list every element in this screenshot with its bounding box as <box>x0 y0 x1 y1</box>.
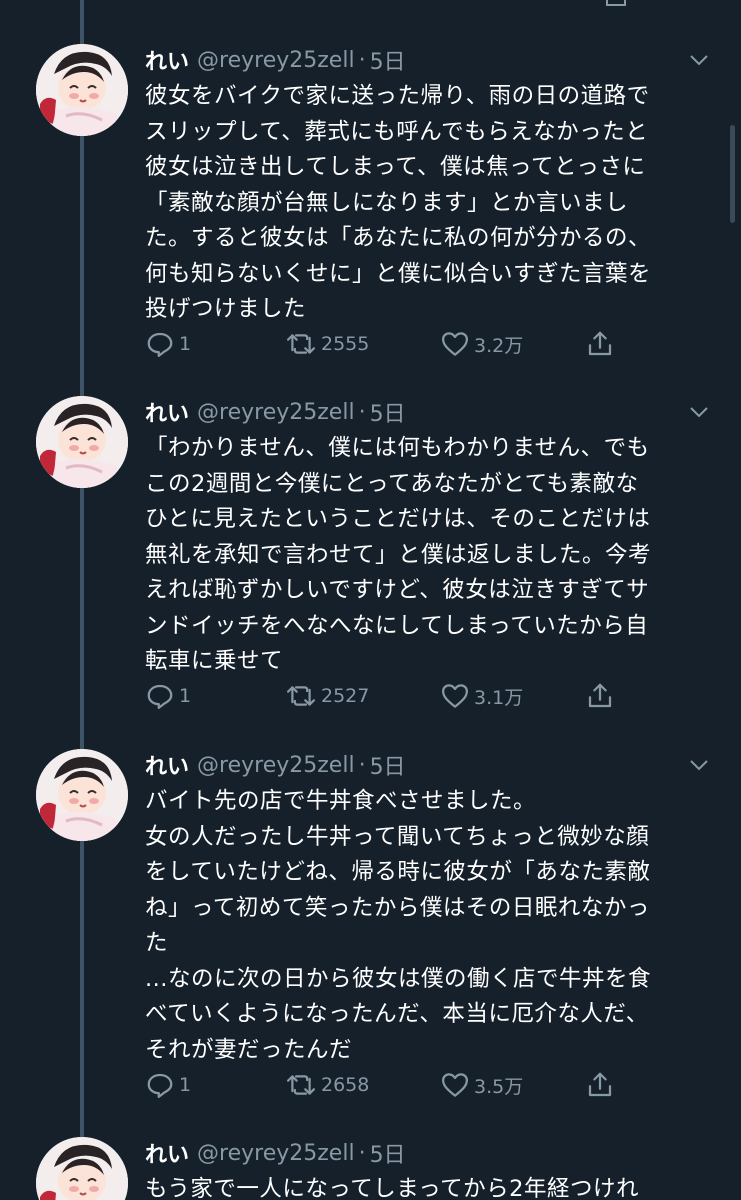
tweet-text-line: 転車に乗せて <box>145 648 284 674</box>
tweet-text-line: た。すると彼女は「あなたに私の何が分かるの、 <box>145 225 652 251</box>
share-icon <box>588 1072 612 1097</box>
chevron-down-icon[interactable] <box>687 753 711 777</box>
reply-icon <box>147 332 173 357</box>
reply-button[interactable]: 1 <box>145 327 191 361</box>
timestamp[interactable]: 5日 <box>370 44 406 76</box>
tweet-text-line: この2週間と今僕にとってあなたがとても素敵な <box>145 470 639 497</box>
share-icon <box>588 331 612 356</box>
reply-icon <box>147 1073 173 1098</box>
separator-dot: · <box>358 1140 366 1166</box>
display-name[interactable]: れい <box>145 1137 189 1169</box>
tweet-text: もう家で一人になってしまってから2年経つけれ <box>145 1172 715 1200</box>
avatar-illustration <box>36 1137 128 1200</box>
tweet-actions: 1 2555 3.2万 <box>145 327 625 361</box>
like-count: 3.5万 <box>474 1075 524 1098</box>
retweet-count: 2658 <box>321 1074 370 1096</box>
tweet-header: れい @reyrey25zell · 5日 <box>145 44 406 76</box>
retweet-count: 2555 <box>321 333 370 355</box>
tweet-text-line: もう家で一人になってしまってから2年経つけれ <box>145 1176 639 1200</box>
chevron-down-icon[interactable] <box>687 400 711 424</box>
tweet-text-line: ひとに見えたということだけは、そのことだけは <box>145 506 651 532</box>
tweet-header: れい @reyrey25zell · 5日 <box>145 749 406 781</box>
tweet-text-line: バイト先の店で牛丼食べさせました。 <box>145 788 537 814</box>
heart-icon <box>442 1073 468 1097</box>
separator-dot: · <box>358 399 366 425</box>
tweet-text-line: ね」って初めて笑ったから僕はその日眠れなかっ <box>145 894 650 921</box>
display-name[interactable]: れい <box>145 396 189 428</box>
like-count: 3.1万 <box>474 686 524 709</box>
avatar-illustration <box>36 396 128 488</box>
avatar-illustration <box>36 44 128 136</box>
share-button[interactable] <box>585 327 619 361</box>
tweet-text-line: スリップして、葬式にも呼んでもらえなかったと <box>145 118 649 145</box>
retweet-icon <box>286 1075 316 1095</box>
separator-dot: · <box>358 752 366 778</box>
tweet-text: 彼女をバイクで家に送った帰り、雨の日の道路で スリップして、葬式にも呼んでもらえ… <box>145 79 715 328</box>
tweet[interactable]: れい @reyrey25zell · 5日 彼女をバイクで家に送った帰り、雨の日… <box>0 44 741 374</box>
tweet-text: 「わかりません、僕には何もわかりません、でも この2週間と今僕にとってあなたがと… <box>145 431 715 680</box>
tweet-text-line: 女の人だったし牛丼って聞いてちょっと微妙な顔 <box>145 823 650 850</box>
tweet-text-line: ンドイッチをへなへなにしてしまっていたから自 <box>145 612 649 639</box>
tweet-text-line: べていくようになったんだ、本当に厄介な人だ、 <box>145 1001 649 1027</box>
tweet-header: れい @reyrey25zell · 5日 <box>145 396 406 428</box>
display-name[interactable]: れい <box>145 44 189 76</box>
retweet-count: 2527 <box>321 685 370 707</box>
tweet-text-line: をしていたけどね、帰る時に彼女が「あなた素敵 <box>145 859 651 885</box>
timestamp[interactable]: 5日 <box>370 396 406 428</box>
tweet-header: れい @reyrey25zell · 5日 <box>145 1137 406 1169</box>
reply-count: 1 <box>179 333 192 355</box>
like-button[interactable]: 3.1万 <box>440 679 523 713</box>
reply-button[interactable]: 1 <box>145 679 191 713</box>
tweet-text-line: えれば恥ずかしいですけど、彼女は泣きすぎてサ <box>145 577 650 603</box>
avatar-illustration <box>36 749 128 841</box>
retweet-icon <box>286 686 316 706</box>
like-count: 3.2万 <box>474 334 524 357</box>
tweet-actions: 1 2658 3.5万 <box>145 1068 625 1102</box>
user-handle[interactable]: @reyrey25zell <box>197 753 355 778</box>
tweet-text-line: 何も知らないくせに」と僕に似合いすぎた言葉を <box>145 260 652 287</box>
avatar[interactable] <box>36 396 128 488</box>
user-handle[interactable]: @reyrey25zell <box>197 48 355 73</box>
share-icon <box>588 683 612 708</box>
like-button[interactable]: 3.5万 <box>440 1068 523 1102</box>
retweet-button[interactable]: 2658 <box>285 1068 369 1102</box>
tweet-text: バイト先の店で牛丼食べさせました。 女の人だったし牛丼って聞いてちょっと微妙な顔… <box>145 784 715 1068</box>
separator-dot: · <box>358 47 366 73</box>
avatar[interactable] <box>36 749 128 841</box>
chevron-down-icon[interactable] <box>687 48 711 72</box>
reply-count: 1 <box>179 685 192 707</box>
tweet-text-line: 無礼を承知で言わせて」と僕は返しました。今考 <box>145 541 652 568</box>
tweet-actions: 1 2527 3.1万 <box>145 679 625 713</box>
tweet[interactable]: れい @reyrey25zell · 5日 バイト先の店で牛丼食べさせました。 … <box>0 749 741 1111</box>
like-button[interactable]: 3.2万 <box>440 327 523 361</box>
tweet[interactable]: れい @reyrey25zell · 5日 もう家で一人になってしまってから2年… <box>0 1137 741 1200</box>
tweet-text-line: 彼女をバイクで家に送った帰り、雨の日の道路で <box>145 83 650 109</box>
retweet-button[interactable]: 2555 <box>285 327 369 361</box>
reply-icon <box>147 684 173 709</box>
reply-button[interactable]: 1 <box>145 1068 191 1102</box>
timestamp[interactable]: 5日 <box>370 1137 406 1169</box>
heart-icon <box>442 332 468 356</box>
reply-count: 1 <box>179 1074 192 1096</box>
tweet-text-line: 投げつけました <box>145 296 307 322</box>
user-handle[interactable]: @reyrey25zell <box>197 400 355 425</box>
tweet-text-line: 「わかりません、僕には何もわかりません、でも <box>145 435 650 461</box>
tweet[interactable]: れい @reyrey25zell · 5日 「わかりません、僕には何もわかりませ… <box>0 396 741 726</box>
display-name[interactable]: れい <box>145 749 189 781</box>
tweet-text-line: た <box>145 930 169 956</box>
tweet-text-line: 「素敵な顔が台無しになります」とか言いまし <box>145 189 629 216</box>
tweet-text-line: 彼女は泣き出してしまって、僕は焦ってとっさに <box>145 154 646 180</box>
tweet-text-line: ...なのに次の日から彼女は僕の働く店で牛丼を食 <box>145 965 651 992</box>
retweet-button[interactable]: 2527 <box>285 679 369 713</box>
previous-tweet-action-fragment <box>606 0 626 6</box>
share-button[interactable] <box>585 679 619 713</box>
share-button[interactable] <box>585 1068 619 1102</box>
tweet-text-line: それが妻だったんだ <box>145 1036 353 1063</box>
timestamp[interactable]: 5日 <box>370 749 406 781</box>
heart-icon <box>442 684 468 708</box>
avatar[interactable] <box>36 44 128 136</box>
avatar[interactable] <box>36 1137 128 1200</box>
retweet-icon <box>286 334 316 354</box>
user-handle[interactable]: @reyrey25zell <box>197 1141 355 1166</box>
